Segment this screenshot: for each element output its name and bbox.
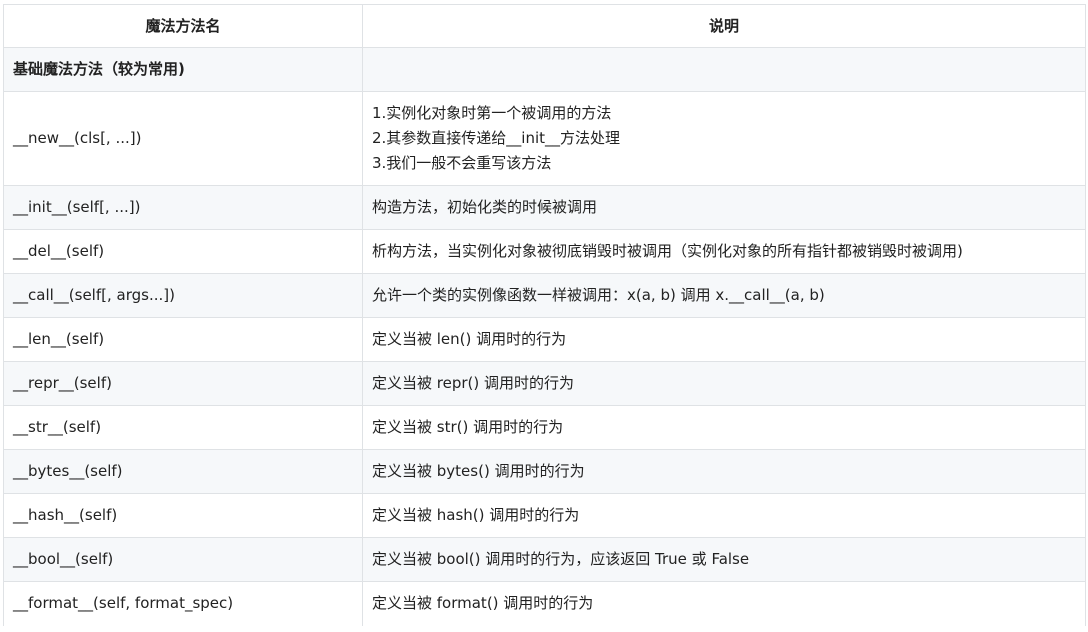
table-row: __repr__(self) 定义当被 repr() 调用时的行为 xyxy=(3,361,1086,406)
table-header: 魔法方法名 说明 xyxy=(3,4,1086,48)
description-cell: 定义当被 bytes() 调用时的行为 xyxy=(362,449,1086,494)
table-row: __call__(self[, args...]) 允许一个类的实例像函数一样被… xyxy=(3,273,1086,318)
table-row: __format__(self, format_spec) 定义当被 forma… xyxy=(3,581,1086,626)
description-cell: 定义当被 format() 调用时的行为 xyxy=(362,581,1086,626)
description-cell: 允许一个类的实例像函数一样被调用：x(a, b) 调用 x.__call__(a… xyxy=(362,273,1086,318)
description-cell: 析构方法，当实例化对象被彻底销毁时被调用（实例化对象的所有指针都被销毁时被调用) xyxy=(362,229,1086,274)
column-header-method-name: 魔法方法名 xyxy=(3,4,363,48)
description-cell: 1.实例化对象时第一个被调用的方法 2.其参数直接传递给__init__方法处理… xyxy=(362,91,1086,186)
method-name-cell: __init__(self[, ...]) xyxy=(3,185,363,230)
magic-methods-table: 魔法方法名 说明 基础魔法方法（较为常用) __new__(cls[, ...]… xyxy=(3,4,1086,626)
table-row: __hash__(self) 定义当被 hash() 调用时的行为 xyxy=(3,493,1086,538)
table-row: __bytes__(self) 定义当被 bytes() 调用时的行为 xyxy=(3,449,1086,494)
section-empty-cell xyxy=(362,47,1086,92)
table-row: __del__(self) 析构方法，当实例化对象被彻底销毁时被调用（实例化对象… xyxy=(3,229,1086,274)
method-name-cell: __format__(self, format_spec) xyxy=(3,581,363,626)
description-line: 2.其参数直接传递给__init__方法处理 xyxy=(372,129,621,147)
method-name-cell: __call__(self[, args...]) xyxy=(3,273,363,318)
description-cell: 定义当被 hash() 调用时的行为 xyxy=(362,493,1086,538)
description-cell: 构造方法，初始化类的时候被调用 xyxy=(362,185,1086,230)
table-row: __str__(self) 定义当被 str() 调用时的行为 xyxy=(3,405,1086,450)
table-row: __len__(self) 定义当被 len() 调用时的行为 xyxy=(3,317,1086,362)
method-name-cell: __str__(self) xyxy=(3,405,363,450)
description-cell: 定义当被 bool() 调用时的行为，应该返回 True 或 False xyxy=(362,537,1086,582)
method-name-cell: __new__(cls[, ...]) xyxy=(3,91,363,186)
description-cell: 定义当被 len() 调用时的行为 xyxy=(362,317,1086,362)
method-name-cell: __bool__(self) xyxy=(3,537,363,582)
table-row: __init__(self[, ...]) 构造方法，初始化类的时候被调用 xyxy=(3,185,1086,230)
table-row: __new__(cls[, ...]) 1.实例化对象时第一个被调用的方法 2.… xyxy=(3,91,1086,186)
description-line: 1.实例化对象时第一个被调用的方法 xyxy=(372,104,612,122)
section-title: 基础魔法方法（较为常用) xyxy=(3,47,363,92)
description-cell: 定义当被 repr() 调用时的行为 xyxy=(362,361,1086,406)
header-row: 魔法方法名 说明 xyxy=(3,4,1086,48)
table-body: 基础魔法方法（较为常用) __new__(cls[, ...]) 1.实例化对象… xyxy=(3,47,1086,626)
method-name-cell: __bytes__(self) xyxy=(3,449,363,494)
method-name-cell: __del__(self) xyxy=(3,229,363,274)
method-name-cell: __len__(self) xyxy=(3,317,363,362)
method-name-cell: __hash__(self) xyxy=(3,493,363,538)
section-row: 基础魔法方法（较为常用) xyxy=(3,47,1086,92)
description-cell: 定义当被 str() 调用时的行为 xyxy=(362,405,1086,450)
column-header-description: 说明 xyxy=(362,4,1086,48)
description-line: 3.我们一般不会重写该方法 xyxy=(372,154,552,172)
table-row: __bool__(self) 定义当被 bool() 调用时的行为，应该返回 T… xyxy=(3,537,1086,582)
method-name-cell: __repr__(self) xyxy=(3,361,363,406)
